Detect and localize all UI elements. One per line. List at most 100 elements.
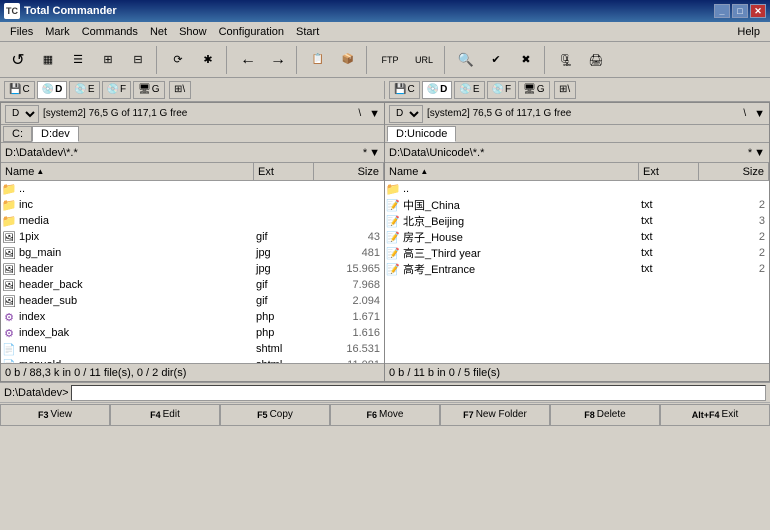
menu-files[interactable]: Files	[4, 24, 39, 40]
archive-button[interactable]: 🗜	[552, 46, 580, 74]
left-file-list[interactable]: 📁 .. 📁 inc 📁 media 🖼 1pix gif 43 🖼 bg_ma…	[1, 181, 384, 363]
left-col-ext[interactable]: Ext	[254, 163, 314, 180]
left-file-row[interactable]: 🖼 header_back gif 7.968	[1, 277, 384, 293]
left-network-btn[interactable]: ⊞\	[169, 81, 191, 99]
right-file-row[interactable]: 📁 ..	[385, 181, 769, 197]
file-size: 16.531	[314, 343, 384, 355]
right-file-row[interactable]: 📝 高考_Entrance txt 2	[385, 261, 769, 277]
left-drive-f[interactable]: 💿F	[102, 81, 132, 99]
right-drive-bar: 💾C 💿D 💿E 💿F 🖥G ⊞\	[385, 81, 770, 99]
right-path-dropdown[interactable]: ▼	[754, 147, 765, 159]
left-file-row[interactable]: 🖼 bg_main jpg 481	[1, 245, 384, 261]
file-ext: gif	[254, 279, 314, 291]
right-drive-e[interactable]: 💿E	[454, 81, 484, 99]
right-drive-g[interactable]: 🖥G	[518, 81, 549, 99]
menu-net[interactable]: Net	[144, 24, 173, 40]
toolbar-sep-5	[444, 46, 448, 74]
sync-button[interactable]: ⟳	[164, 46, 192, 74]
left-drive-e[interactable]: 💿E	[69, 81, 99, 99]
menu-help[interactable]: Help	[731, 24, 766, 40]
file-name: bg_main	[17, 247, 254, 259]
url-button[interactable]: URL	[408, 46, 440, 74]
left-col-name[interactable]: Name ▲	[1, 163, 254, 180]
left-col-size[interactable]: Size	[314, 163, 384, 180]
left-file-row[interactable]: 🖼 1pix gif 43	[1, 229, 384, 245]
file-ext: txt	[639, 199, 699, 211]
file-name: inc	[17, 199, 254, 211]
left-file-row[interactable]: 📁 inc	[1, 197, 384, 213]
right-file-row[interactable]: 📝 房子_House txt 2	[385, 229, 769, 245]
maximize-button[interactable]: □	[732, 4, 748, 18]
right-file-row[interactable]: 📝 高三_Third year txt 2	[385, 245, 769, 261]
menu-configuration[interactable]: Configuration	[213, 24, 290, 40]
left-drive-d[interactable]: 💿D	[37, 81, 68, 99]
cmd-input[interactable]	[71, 385, 766, 401]
f8-delete-button[interactable]: F8 Delete	[550, 404, 660, 426]
f3-view-button[interactable]: F3 View	[0, 404, 110, 426]
file-icon: 🖼	[1, 277, 17, 293]
right-network-btn[interactable]: ⊞\	[554, 81, 576, 99]
file-icon: 📁	[385, 181, 401, 197]
right-col-ext[interactable]: Ext	[639, 163, 699, 180]
close-button[interactable]: ✕	[750, 4, 766, 18]
f4-edit-button[interactable]: F4 Edit	[110, 404, 220, 426]
left-file-row[interactable]: 🖼 header jpg 15.965	[1, 261, 384, 277]
file-ext: jpg	[254, 263, 314, 275]
ftp-button[interactable]: FTP	[374, 46, 406, 74]
menu-mark[interactable]: Mark	[39, 24, 75, 40]
right-file-row[interactable]: 📝 中国_China txt 2	[385, 197, 769, 213]
copy-button[interactable]: 📋	[304, 46, 332, 74]
back-button[interactable]: ←	[234, 46, 262, 74]
right-col-size[interactable]: Size	[699, 163, 769, 180]
left-path-bar: D [system2] 76,5 G of 117,1 G free \ ▼	[1, 103, 384, 125]
left-drive-select[interactable]: D	[5, 105, 39, 123]
left-tab-dev[interactable]: D:dev	[32, 126, 79, 142]
left-drive-c[interactable]: 💾C	[4, 81, 35, 99]
minimize-button[interactable]: _	[714, 4, 730, 18]
left-file-row[interactable]: 🖼 header_sub gif 2.094	[1, 293, 384, 309]
altf4-exit-button[interactable]: Alt+F4 Exit	[660, 404, 770, 426]
left-status-text: 0 b / 88,3 k in 0 / 11 file(s), 0 / 2 di…	[5, 367, 186, 379]
right-drive-c[interactable]: 💾C	[389, 81, 420, 99]
file-icon: 📁	[1, 197, 17, 213]
select-button[interactable]: ✔	[482, 46, 510, 74]
left-file-row[interactable]: 📁 media	[1, 213, 384, 229]
unselect-button[interactable]: ✖	[512, 46, 540, 74]
left-tab-c[interactable]: C:	[3, 126, 32, 142]
right-file-row[interactable]: 📝 北京_Beijing txt 3	[385, 213, 769, 229]
menu-start[interactable]: Start	[290, 24, 325, 40]
toolbar-sep-4	[366, 46, 370, 74]
brief-button[interactable]: ▦	[34, 46, 62, 74]
file-ext: txt	[639, 215, 699, 227]
right-file-list[interactable]: 📁 .. 📝 中国_China txt 2 📝 北京_Beijing txt 3…	[385, 181, 769, 363]
thumbnail-button[interactable]: ⊞	[94, 46, 122, 74]
print-button[interactable]: 🖨	[582, 46, 610, 74]
left-drive-info: [system2] 76,5 G of 117,1 G free	[43, 108, 187, 119]
right-col-name[interactable]: Name ▲	[385, 163, 639, 180]
left-path-sep: \	[358, 108, 361, 119]
left-drive-g[interactable]: 🖥G	[133, 81, 164, 99]
right-drive-f[interactable]: 💿F	[487, 81, 517, 99]
forward-button[interactable]: →	[264, 46, 292, 74]
refresh-button[interactable]: ↺	[4, 46, 32, 74]
f6-move-button[interactable]: F6 Move	[330, 404, 440, 426]
left-file-row[interactable]: 📄 menu shtml 16.531	[1, 341, 384, 357]
left-path-dropdown[interactable]: ▼	[369, 147, 380, 159]
move-button[interactable]: 📦	[334, 46, 362, 74]
f5-copy-button[interactable]: F5 Copy	[220, 404, 330, 426]
left-file-row[interactable]: ⚙ index php 1.671	[1, 309, 384, 325]
f7-newfolder-button[interactable]: F7 New Folder	[440, 404, 550, 426]
file-ext: gif	[254, 295, 314, 307]
menu-show[interactable]: Show	[173, 24, 213, 40]
find-button[interactable]: 🔍	[452, 46, 480, 74]
right-path-display: D:\Data\Unicode\*.* * ▼	[385, 143, 769, 163]
right-drive-d[interactable]: 💿D	[422, 81, 453, 99]
right-tab-unicode[interactable]: D:Unicode	[387, 126, 456, 142]
compare-button[interactable]: ✱	[194, 46, 222, 74]
detail-button[interactable]: ☰	[64, 46, 92, 74]
right-drive-select[interactable]: D	[389, 105, 423, 123]
thumbnail2-button[interactable]: ⊟	[124, 46, 152, 74]
left-file-row[interactable]: ⚙ index_bak php 1.616	[1, 325, 384, 341]
left-file-row[interactable]: 📁 ..	[1, 181, 384, 197]
menu-commands[interactable]: Commands	[76, 24, 144, 40]
